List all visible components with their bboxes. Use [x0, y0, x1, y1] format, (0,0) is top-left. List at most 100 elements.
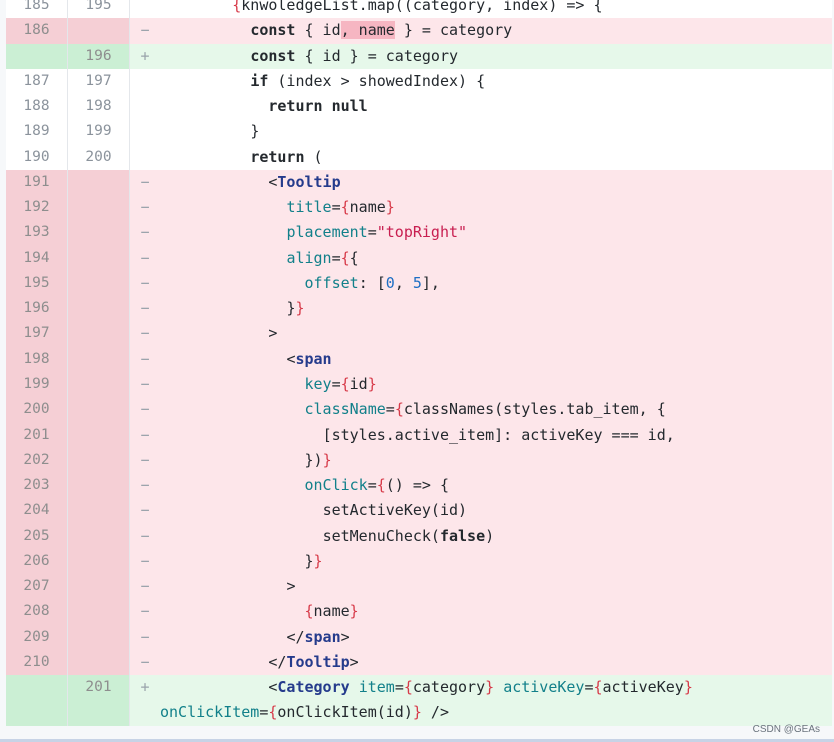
code-line: > — [160, 574, 832, 600]
code-line: const { id } = category — [160, 43, 832, 69]
diff-sign: − — [130, 245, 160, 271]
new-line-number: 197 — [68, 68, 130, 95]
code-line: placement="topRight" — [160, 220, 832, 246]
diff-row: 188 198 return null — [6, 94, 832, 120]
code-line: {knwoledgeList.map((category, index) => … — [232, 0, 603, 14]
new-line-number — [68, 447, 130, 474]
diff-sign — [130, 119, 160, 144]
new-line-number — [68, 624, 130, 650]
new-line-number — [68, 649, 130, 676]
new-line-number — [68, 523, 130, 549]
code-line: <span — [160, 346, 832, 372]
new-line-number: 201 — [68, 675, 130, 726]
new-line-number — [68, 245, 130, 271]
old-line-number: 191 — [6, 169, 68, 196]
old-line-number: 185 — [6, 0, 68, 19]
diff-view: 185 195 {knwoledgeList.map((category, in… — [6, 0, 832, 726]
new-line-number — [68, 371, 130, 398]
diff-sign: − — [130, 649, 160, 676]
new-line-number — [68, 220, 130, 246]
code-line: [styles.active_item]: activeKey === id, — [160, 422, 832, 448]
old-line-number — [6, 43, 68, 69]
diff-row-deleted: 207 − > — [6, 574, 832, 600]
new-line-number — [68, 498, 130, 524]
new-line-number — [68, 195, 130, 221]
diff-row-deleted: 186 − const { id, name } = category — [6, 18, 832, 44]
old-line-number: 196 — [6, 296, 68, 322]
old-line-number: 199 — [6, 371, 68, 398]
code-line: </Tooltip> — [160, 649, 832, 676]
diff-row-deleted: 197 − > — [6, 321, 832, 347]
new-line-number — [68, 397, 130, 423]
diff-sign: − — [130, 523, 160, 549]
old-line-number: 204 — [6, 498, 68, 524]
diff-sign: − — [130, 346, 160, 372]
diff-row-deleted: 193 − placement="topRight" — [6, 220, 832, 246]
diff-row-deleted: 204 − setActiveKey(id) — [6, 498, 832, 524]
diff-sign: − — [130, 220, 160, 246]
diff-sign — [130, 0, 160, 18]
diff-sign: − — [130, 574, 160, 600]
code-line: title={name} — [160, 195, 832, 221]
code-line: })} — [160, 447, 832, 474]
diff-sign: − — [130, 599, 160, 625]
diff-sign: − — [130, 371, 160, 398]
code-line: align={{ — [160, 245, 832, 271]
code-line: key={id} — [160, 371, 832, 398]
diff-sign: − — [130, 498, 160, 524]
diff-row: 189 199 } — [6, 119, 832, 145]
diff-sign — [130, 145, 160, 170]
code-line: offset: [0, 5], — [160, 270, 832, 297]
old-line-number: 194 — [6, 245, 68, 271]
watermark: CSDN @GEAs — [752, 724, 820, 735]
new-line-number — [68, 296, 130, 322]
old-line-number: 209 — [6, 624, 68, 650]
diff-row-deleted: 205 − setMenuCheck(false) — [6, 523, 832, 549]
new-line-number — [68, 346, 130, 372]
diff-row-deleted: 198 − <span — [6, 346, 832, 372]
diff-row-deleted: 200 − className={classNames(styles.tab_i… — [6, 397, 832, 423]
code-line: <Tooltip — [160, 169, 832, 196]
diff-sign: − — [130, 473, 160, 499]
diff-sign: − — [130, 296, 160, 322]
old-line-number: 188 — [6, 94, 68, 120]
diff-sign: − — [130, 447, 160, 474]
diff-row: 185 195 {knwoledgeList.map((category, in… — [6, 0, 832, 19]
old-line-number: 208 — [6, 599, 68, 625]
diff-row: 190 200 return ( — [6, 144, 832, 170]
diff-sign: − — [130, 195, 160, 221]
diff-row-deleted: 194 − align={{ — [6, 245, 832, 271]
old-line-number: 192 — [6, 195, 68, 221]
diff-row-deleted: 202 − })} — [6, 447, 832, 474]
new-line-number — [68, 422, 130, 448]
diff-sign: + — [130, 43, 160, 69]
diff-row-deleted: 199 − key={id} — [6, 371, 832, 398]
code-line: <Category item={category} activeKey={act… — [160, 675, 832, 726]
code-line: onClick={() => { — [160, 473, 832, 499]
code-line: setActiveKey(id) — [160, 498, 832, 524]
old-line-number — [6, 675, 68, 726]
code-line: setMenuCheck(false) — [160, 523, 832, 549]
code-line: > — [160, 321, 832, 347]
code-line: }} — [160, 548, 832, 575]
old-line-number: 201 — [6, 422, 68, 448]
diff-row-deleted: 206 − }} — [6, 548, 832, 575]
diff-row-deleted: 192 − title={name} — [6, 195, 832, 221]
code-line: return ( — [250, 147, 323, 166]
code-line: className={classNames(styles.tab_item, { — [160, 397, 832, 423]
code-line: }} — [160, 296, 832, 322]
diff-row-deleted: 208 − {name} — [6, 599, 832, 625]
diff-row: 187 197 if (index > showedIndex) { — [6, 68, 832, 95]
diff-row-added: 201 + <Category item={category} activeKe… — [6, 675, 832, 726]
diff-row-deleted: 195 − offset: [0, 5], — [6, 270, 832, 297]
diff-sign: + — [130, 675, 160, 726]
new-line-number: 195 — [68, 0, 130, 19]
code-line: } — [250, 122, 260, 141]
diff-row-deleted: 196 − }} — [6, 296, 832, 322]
new-line-number: 196 — [68, 43, 130, 69]
new-line-number: 200 — [68, 144, 130, 170]
old-line-number: 202 — [6, 447, 68, 474]
old-line-number: 189 — [6, 119, 68, 145]
new-line-number — [68, 18, 130, 44]
code-line: const { id, name } = category — [160, 18, 832, 44]
